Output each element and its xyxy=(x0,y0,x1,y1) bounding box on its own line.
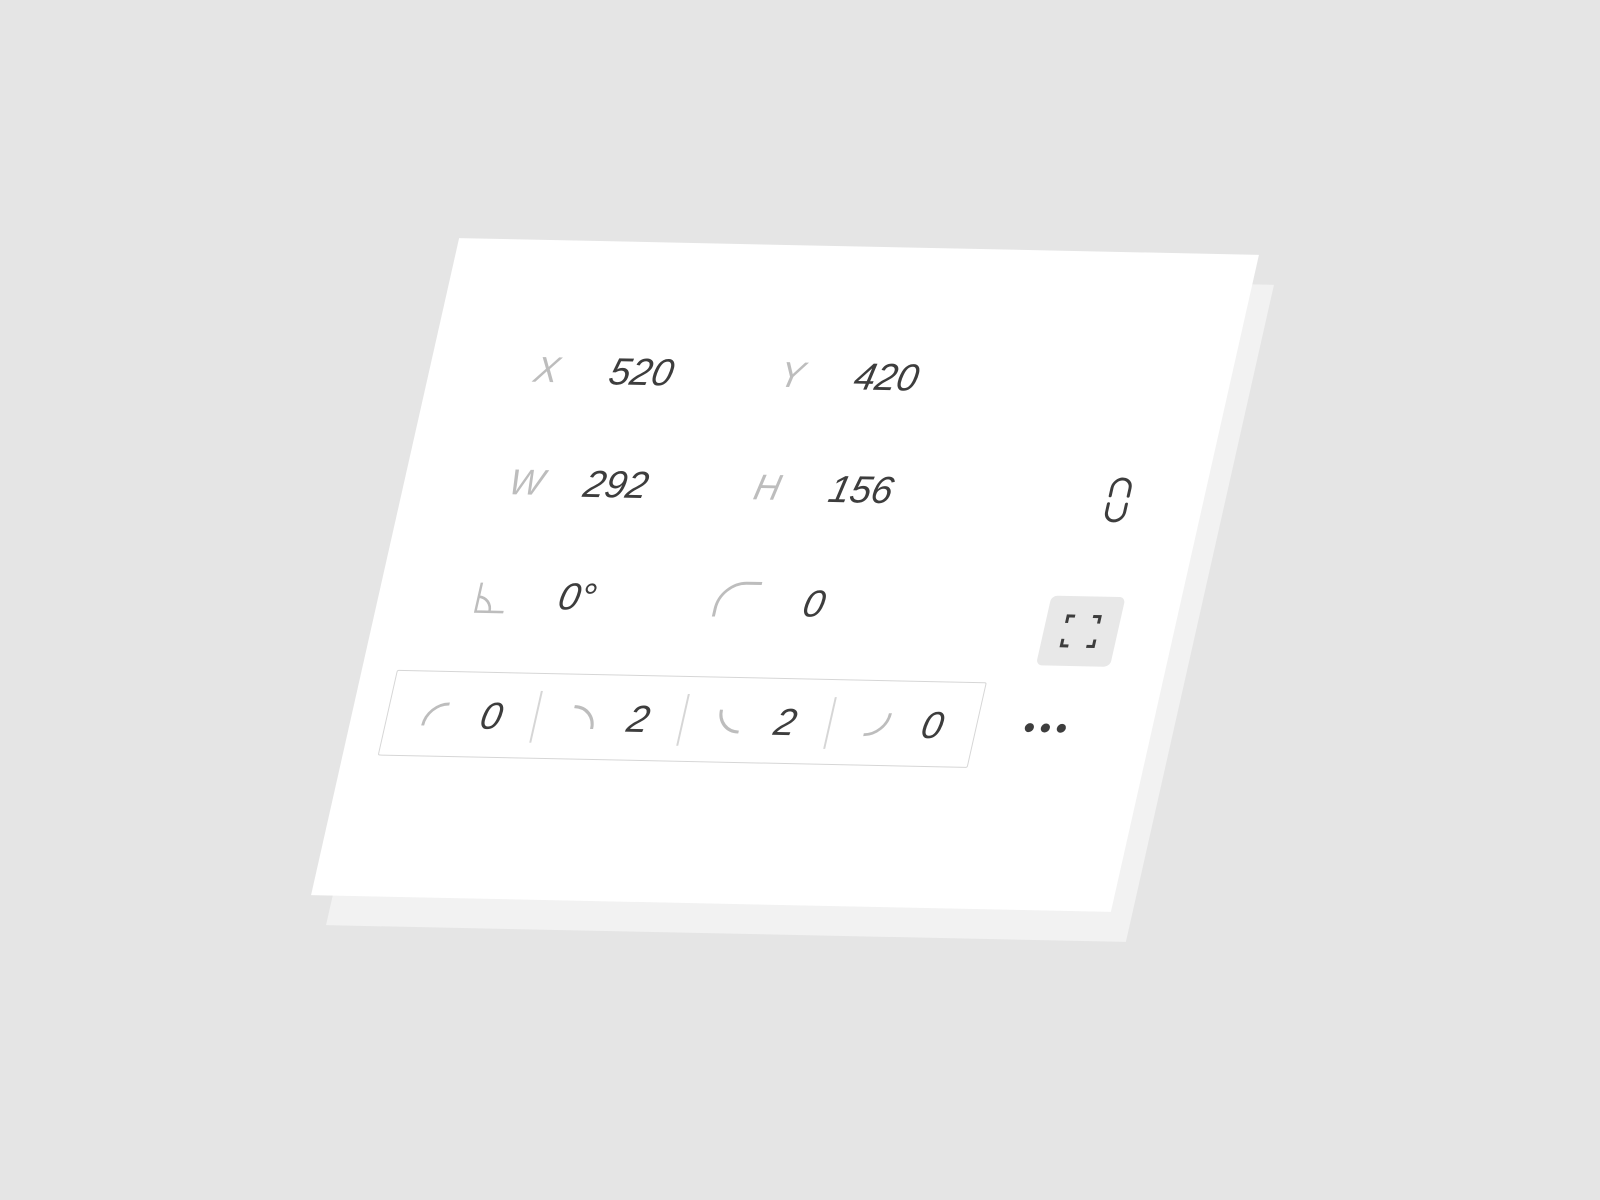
top-left-corner-icon xyxy=(421,702,450,726)
corner-top-left[interactable]: 0 xyxy=(379,671,545,758)
x-input[interactable]: 520 xyxy=(605,351,678,394)
corner-radius-icon xyxy=(711,581,763,617)
more-options-button[interactable] xyxy=(1013,713,1080,744)
design-properties-panel: X 520 Y 420 W 292 H 156 0° 0 0 2 2 0 xyxy=(311,238,1259,912)
expand-corners-icon xyxy=(1059,614,1102,648)
corner-radius-group: 0 2 2 0 xyxy=(377,669,987,768)
w-label: W xyxy=(505,461,549,503)
bottom-left-corner-icon xyxy=(719,709,739,734)
corner-bottom-left-input[interactable]: 2 xyxy=(770,702,801,744)
rotation-input[interactable]: 0° xyxy=(554,576,600,619)
corner-top-right[interactable]: 2 xyxy=(526,674,692,761)
more-dots-icon xyxy=(1055,723,1067,733)
corner-bottom-right[interactable]: 0 xyxy=(820,680,986,767)
h-label: H xyxy=(750,466,786,508)
angle-icon xyxy=(473,582,504,614)
corner-bottom-left[interactable]: 2 xyxy=(673,677,839,764)
canvas-background: X 520 Y 420 W 292 H 156 0° 0 0 2 2 0 xyxy=(0,0,1600,1200)
top-right-corner-icon xyxy=(574,705,594,730)
more-dots-icon xyxy=(1023,723,1035,733)
corner-top-left-input[interactable]: 0 xyxy=(476,696,507,738)
more-dots-icon xyxy=(1039,723,1051,733)
y-input[interactable]: 420 xyxy=(850,357,923,400)
height-input[interactable]: 156 xyxy=(825,469,898,512)
independent-corners-button[interactable] xyxy=(1035,595,1126,667)
link-icon[interactable] xyxy=(1098,477,1138,523)
corner-top-right-input[interactable]: 2 xyxy=(623,699,654,741)
bottom-right-corner-icon xyxy=(863,713,892,737)
y-label: Y xyxy=(775,353,809,396)
x-label: X xyxy=(530,348,564,391)
corner-bottom-right-input[interactable]: 0 xyxy=(917,705,948,747)
width-input[interactable]: 292 xyxy=(580,464,653,507)
corner-radius-input[interactable]: 0 xyxy=(799,583,830,625)
